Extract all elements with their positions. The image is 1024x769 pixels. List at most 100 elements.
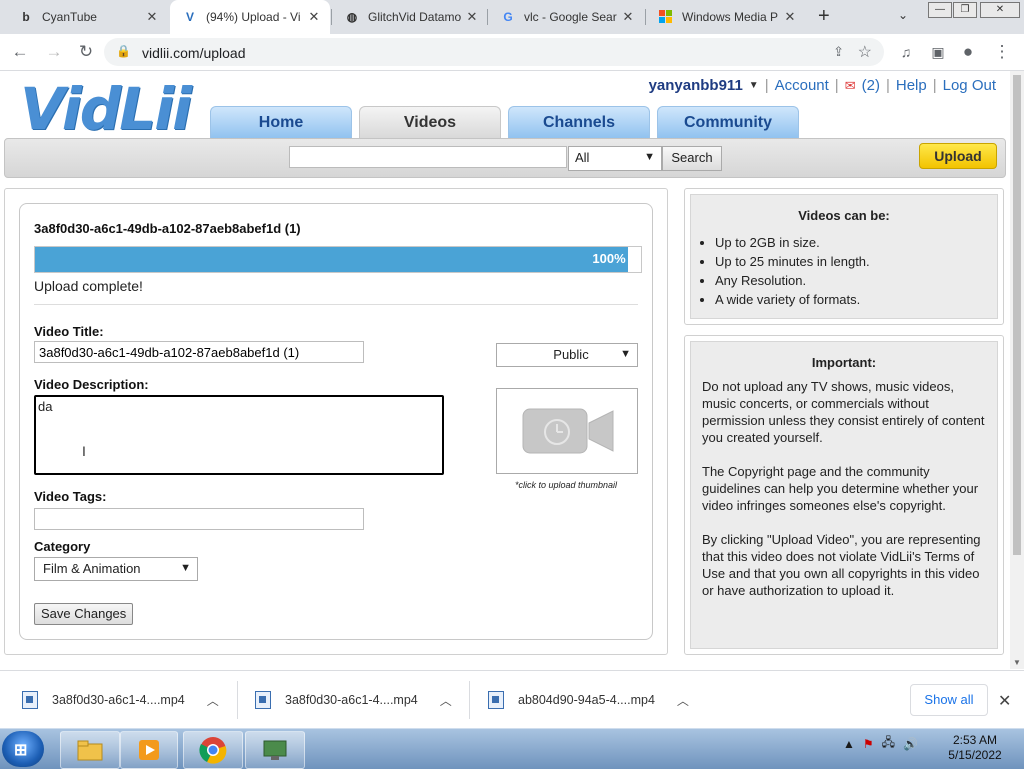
divider: | xyxy=(834,77,839,94)
close-tab-icon[interactable]: ✕ xyxy=(144,9,160,25)
page-scrollbar[interactable]: ▼ xyxy=(1010,71,1024,669)
chrome-taskbar-icon[interactable] xyxy=(183,731,243,769)
video-camera-icon xyxy=(522,408,614,454)
nav-tab-community[interactable]: Community xyxy=(657,106,799,139)
help-link[interactable]: Help xyxy=(896,77,927,94)
scroll-down-arrow-icon[interactable]: ▼ xyxy=(1013,658,1021,667)
thumbnail-upload[interactable] xyxy=(496,388,638,474)
videos-can-be-list: Up to 2GB in size. Up to 25 minutes in l… xyxy=(691,233,997,309)
video-file-icon xyxy=(255,691,271,709)
windows-favicon-icon xyxy=(658,9,674,25)
search-input[interactable] xyxy=(289,146,567,168)
vidlii-logo[interactable]: VidLii xyxy=(20,75,192,143)
tab-title: CyanTube xyxy=(42,10,97,24)
videos-can-be-box: Videos can be: Up to 2GB in size. Up to … xyxy=(684,188,1004,325)
network-icon[interactable]: 🖧 xyxy=(882,733,895,754)
video-title-input[interactable] xyxy=(34,341,364,363)
file-title: 3a8f0d30-a6c1-49db-a102-87aeb8abef1d (1) xyxy=(34,221,301,236)
video-tags-label: Video Tags: xyxy=(34,489,107,504)
nav-tab-videos[interactable]: Videos xyxy=(359,106,501,139)
back-icon[interactable]: ← xyxy=(10,42,30,62)
messages-envelope-icon[interactable]: ✉ xyxy=(845,78,856,94)
video-description-label: Video Description: xyxy=(34,377,149,392)
chevron-up-icon[interactable]: ︿ xyxy=(207,692,219,709)
download-item[interactable]: 3a8f0d30-a6c1-4....mp4 ︿ xyxy=(22,685,219,715)
video-description-textarea[interactable]: da I xyxy=(34,395,444,475)
new-tab-icon[interactable]: + xyxy=(818,5,830,28)
share-icon[interactable]: ⇪ xyxy=(833,44,844,60)
divider: | xyxy=(932,77,937,94)
nav-tab-channels[interactable]: Channels xyxy=(508,106,650,139)
close-tab-icon[interactable]: ✕ xyxy=(306,9,322,25)
thumbnail-note: *click to upload thumbnail xyxy=(514,480,618,490)
side-panel-icon[interactable]: ▣ xyxy=(928,42,948,62)
browser-tab-wmp[interactable]: Windows Media P ✕ xyxy=(646,0,806,34)
account-link[interactable]: Account xyxy=(775,77,829,94)
google-favicon-icon: G xyxy=(503,10,513,24)
caret-down-icon[interactable]: ▼ xyxy=(749,80,759,91)
messages-count[interactable]: (2) xyxy=(862,77,880,94)
download-filename: ab804d90-94a5-4....mp4 xyxy=(518,693,655,707)
address-bar[interactable]: 🔒 vidlii.com/upload ⇪ ☆ xyxy=(104,38,884,66)
video-tags-input[interactable] xyxy=(34,508,364,530)
search-button[interactable]: Search xyxy=(662,146,722,171)
minimize-window-icon[interactable]: — xyxy=(928,2,952,18)
browser-tab-google[interactable]: G vlc - Google Sear ✕ xyxy=(488,0,644,34)
close-tab-icon[interactable]: ✕ xyxy=(620,9,636,25)
important-paragraph: Do not upload any TV shows, music videos… xyxy=(702,379,985,445)
clock-time: 2:53 AM xyxy=(952,733,998,747)
menu-kebab-icon[interactable]: ⋮ xyxy=(992,42,1012,62)
logout-link[interactable]: Log Out xyxy=(943,77,996,94)
network-app-taskbar-icon[interactable] xyxy=(245,731,305,769)
divider xyxy=(469,681,470,719)
close-tab-icon[interactable]: ✕ xyxy=(782,9,798,25)
browser-tab-strip: b CyanTube ✕ V (94%) Upload - Vi ✕ ◍ Gli… xyxy=(0,0,1024,34)
download-item[interactable]: ab804d90-94a5-4....mp4 ︿ xyxy=(488,685,689,715)
bookmark-star-icon[interactable]: ☆ xyxy=(858,42,872,62)
privacy-select[interactable]: Public ▼ xyxy=(496,343,638,367)
show-hidden-icons-icon[interactable]: ▲ xyxy=(843,737,855,751)
clock-date: 5/15/2022 xyxy=(948,748,1002,762)
chevron-up-icon[interactable]: ︿ xyxy=(677,692,689,709)
chevron-down-icon: ▼ xyxy=(620,348,631,360)
file-explorer-taskbar-icon[interactable] xyxy=(60,731,120,769)
volume-icon[interactable]: 🔊 xyxy=(903,737,918,751)
save-changes-button[interactable]: Save Changes xyxy=(34,603,134,625)
upload-button[interactable]: Upload xyxy=(919,143,997,169)
profile-avatar-icon[interactable]: ● xyxy=(958,42,978,62)
start-button[interactable]: ⊞ xyxy=(2,731,44,767)
close-tab-icon[interactable]: ✕ xyxy=(464,9,480,25)
category-select[interactable]: Film & Animation ▼ xyxy=(34,557,198,581)
browser-toolbar: ← → ↻ 🔒 vidlii.com/upload ⇪ ☆ ♫ ▣ ● ⋮ xyxy=(0,34,1024,71)
forward-icon[interactable]: → xyxy=(44,42,64,62)
username-menu[interactable]: yanyanbb911 xyxy=(649,77,743,94)
video-title-label: Video Title: xyxy=(34,324,104,339)
download-item[interactable]: 3a8f0d30-a6c1-4....mp4 ︿ xyxy=(255,685,452,715)
browser-tab-glitchvid[interactable]: ◍ GlitchVid Datamo ✕ xyxy=(332,0,488,34)
search-filter-select[interactable]: All ▼ xyxy=(568,146,662,171)
media-player-taskbar-icon[interactable] xyxy=(120,731,178,769)
scrollbar-thumb[interactable] xyxy=(1013,75,1021,555)
important-paragraph: The Copyright page and the community gui… xyxy=(702,464,979,513)
browser-tab-upload[interactable]: V (94%) Upload - Vi ✕ xyxy=(170,0,330,34)
category-label: Category xyxy=(34,539,91,554)
show-all-downloads-button[interactable]: Show all xyxy=(910,684,988,716)
description-text: da xyxy=(38,399,53,414)
restore-window-icon[interactable]: ❐ xyxy=(953,2,977,18)
download-filename: 3a8f0d30-a6c1-4....mp4 xyxy=(52,693,185,707)
system-clock[interactable]: 2:53 AM 5/15/2022 xyxy=(940,733,1010,763)
videos-can-be-heading: Videos can be: xyxy=(798,208,890,223)
tab-search-chevron-icon[interactable]: ⌄ xyxy=(898,8,908,22)
media-control-icon[interactable]: ♫ xyxy=(896,42,916,62)
tab-title: Windows Media P xyxy=(682,10,779,24)
nav-tab-home[interactable]: Home xyxy=(210,106,352,139)
action-center-flag-icon[interactable]: ⚑ xyxy=(863,737,874,751)
chevron-up-icon[interactable]: ︿ xyxy=(440,692,452,709)
browser-tab-cyantube[interactable]: b CyanTube ✕ xyxy=(6,0,168,34)
important-box: Important: Do not upload any TV shows, m… xyxy=(684,335,1004,655)
close-download-bar-icon[interactable]: ✕ xyxy=(998,691,1011,711)
reload-icon[interactable]: ↻ xyxy=(76,42,96,62)
important-heading: Important: xyxy=(811,355,877,370)
video-file-icon xyxy=(22,691,38,709)
close-window-icon[interactable]: ✕ xyxy=(980,2,1020,18)
